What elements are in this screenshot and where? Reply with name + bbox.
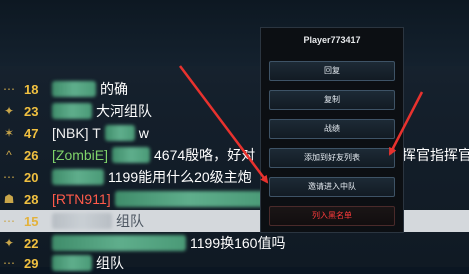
arrow-to-invite xyxy=(179,65,269,184)
arrow-to-add-friend xyxy=(388,91,424,156)
annotation-arrows xyxy=(179,65,424,184)
